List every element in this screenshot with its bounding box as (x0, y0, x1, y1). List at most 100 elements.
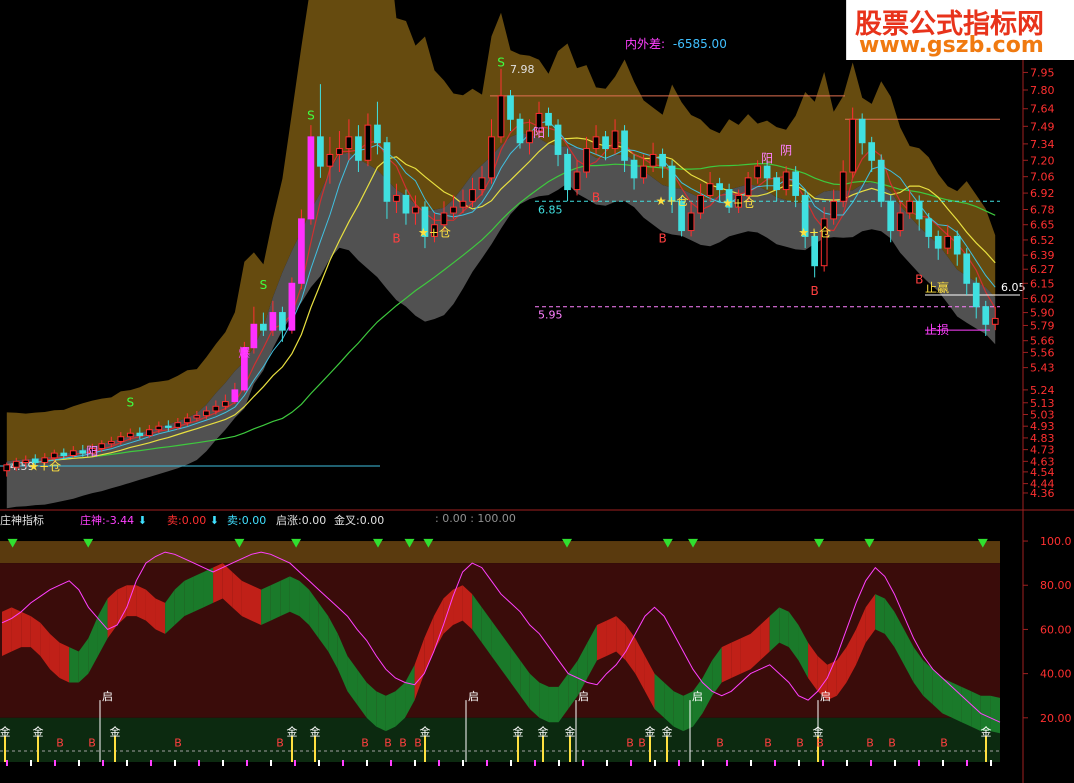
indicator-fill-band (376, 691, 386, 732)
candle-body (697, 194, 704, 214)
candle-body (991, 317, 999, 325)
candle-body (317, 136, 324, 167)
jin-marker: 金 (33, 724, 44, 738)
price-axis-label: 7.34 (1030, 138, 1055, 151)
bottom-tick (870, 760, 872, 766)
indicator-fill-band (11, 607, 22, 652)
candle-body (212, 405, 220, 412)
indicator-fill-band (193, 571, 204, 612)
range-readout: : 0.00 : 100.00 (435, 512, 516, 525)
indicator-axis-label: 100.0 (1040, 535, 1072, 548)
bottom-tick (78, 760, 80, 766)
price-axis-label: 6.02 (1030, 293, 1055, 306)
candle-body (611, 130, 619, 150)
candle-body (896, 212, 904, 232)
b-marker: B (888, 737, 896, 750)
candle-body (50, 452, 58, 459)
star-position-label: ★+仓 (418, 225, 451, 239)
candle-body (773, 177, 780, 191)
candle-body (383, 142, 391, 202)
inner-outer-readout: 内外差: -6585.00 (625, 35, 727, 52)
indicator-fill-band (270, 580, 281, 621)
candle-body (402, 194, 410, 214)
candle-body (583, 148, 590, 173)
candle-body (906, 200, 914, 214)
candle-body (440, 212, 448, 226)
buy-signal-s: S (127, 395, 135, 409)
jin-marker: 金 (310, 724, 321, 738)
b-marker: B (716, 737, 724, 750)
bottom-tick (510, 760, 512, 766)
qi-marker: 启 (692, 690, 703, 703)
bottom-tick (966, 760, 968, 766)
star-position-label: ★+仓 (722, 196, 755, 210)
sun-label: 阳 (761, 152, 773, 166)
indicator-fill-band (606, 616, 617, 656)
candle-body (963, 253, 971, 284)
sell2-label: 卖: (227, 514, 242, 527)
candle-body (716, 183, 723, 191)
price-axis-label: 5.79 (1030, 319, 1055, 332)
bottom-tick (54, 760, 56, 766)
candle-body (364, 124, 372, 161)
candle-body (307, 136, 315, 220)
bottom-tick (582, 760, 584, 766)
indicator-fill-band (385, 691, 396, 732)
candle-body (288, 282, 296, 331)
candle-body (858, 118, 866, 144)
price-axis-label: 7.49 (1030, 120, 1055, 133)
candle-body (516, 118, 524, 144)
candle-body (868, 142, 876, 161)
candle-body (744, 177, 752, 196)
price-axis-label: 6.78 (1030, 203, 1055, 216)
bottom-tick (678, 760, 680, 766)
indicator-fill-band (740, 633, 751, 674)
candle-body (621, 130, 628, 161)
stop-loss-label: 止损 (925, 323, 949, 337)
bottom-tick (270, 760, 272, 766)
candle-body (136, 432, 144, 437)
candle-body (231, 389, 239, 403)
price-axis-label: 7.06 (1030, 171, 1055, 184)
bottom-tick (318, 760, 320, 766)
jin-marker: 金 (513, 724, 524, 738)
candle-body (336, 148, 343, 155)
candle-body (754, 165, 761, 179)
candle-body (126, 432, 134, 438)
bottom-tick (702, 760, 704, 766)
price-axis-label: 4.36 (1030, 487, 1055, 500)
qi-marker: 启 (820, 690, 831, 703)
bottom-tick (414, 760, 416, 766)
b-marker: B (399, 737, 407, 750)
bottom-tick (894, 760, 896, 766)
candle-body (222, 401, 229, 407)
b-label: B (811, 284, 819, 298)
bottom-tick (174, 760, 176, 766)
bottom-tick (390, 760, 392, 766)
candle-body (412, 206, 419, 214)
price-axis-label: 5.24 (1030, 384, 1055, 397)
bottom-tick (438, 760, 440, 766)
bottom-tick (750, 760, 752, 766)
indicator-fill-band (971, 691, 981, 732)
candle-body (877, 159, 885, 202)
star-position-label: ★+仓 (798, 225, 831, 239)
candle-body (972, 282, 980, 308)
price-axis-label: 7.64 (1030, 103, 1055, 116)
jin-marker: 金 (645, 724, 656, 738)
indicator-axis-label: 60.00 (1040, 623, 1072, 636)
jincha-label: 金叉: (334, 514, 360, 527)
candle-body (345, 136, 353, 150)
jin-marker: 金 (0, 724, 11, 738)
star-position-label: ★+仓 (656, 194, 689, 208)
candle-body (155, 425, 163, 431)
indicator-name: 庄神指标 (0, 514, 44, 527)
price-axis-label: 5.90 (1030, 307, 1055, 320)
jincha-readout: 金叉:0.00 (334, 512, 384, 528)
indicator-fill-band (213, 563, 223, 603)
indicator-fill-band (136, 585, 146, 621)
indicator-fill-band (731, 638, 741, 679)
candle-body (545, 112, 552, 126)
candle-body (497, 95, 505, 138)
inner-outer-value: -6585.00 (672, 37, 727, 51)
